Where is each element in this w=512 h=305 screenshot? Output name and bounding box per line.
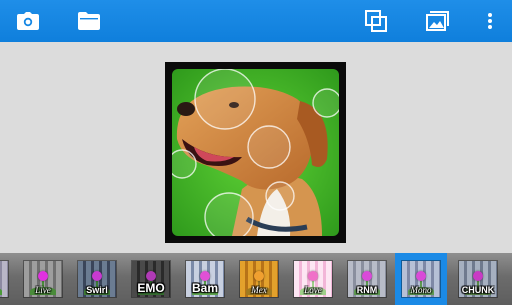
filter-label: Love xyxy=(304,285,322,295)
camera-icon[interactable] xyxy=(12,5,44,37)
filter-thumb-emo[interactable]: EMO xyxy=(132,261,170,297)
filter-label: EMO xyxy=(137,282,165,295)
filter-label: Bam xyxy=(191,282,218,295)
filter-label: Swirl xyxy=(86,285,108,295)
filter-thumb-mex[interactable]: Mex xyxy=(240,261,278,297)
filter-thumb-live[interactable]: Live xyxy=(24,261,62,297)
filter-thumb-chunk[interactable]: CHUNK xyxy=(459,261,497,297)
filter-thumb-love[interactable]: Love xyxy=(294,261,332,297)
crop-icon[interactable] xyxy=(360,5,392,37)
filter-label: Mex xyxy=(251,285,267,295)
top-toolbar xyxy=(0,0,512,42)
filter-thumb-bam[interactable]: Bam xyxy=(186,261,224,297)
filter-thumb-rnm[interactable]: RNM xyxy=(348,261,386,297)
filter-label: Live xyxy=(35,285,51,295)
dog-photo xyxy=(172,69,339,236)
gallery-icon[interactable] xyxy=(422,5,454,37)
filter-label: CHUNK xyxy=(461,285,495,295)
folder-icon[interactable] xyxy=(73,5,105,37)
filter-strip: Live Swirl EMO Bam Mex Love RNM Mono CHU… xyxy=(0,253,512,305)
filter-thumb[interactable] xyxy=(0,261,8,297)
filter-label: Mono xyxy=(410,285,432,295)
more-vert-icon[interactable] xyxy=(474,5,506,37)
photo-preview xyxy=(165,62,346,243)
filter-thumb-swirl[interactable]: Swirl xyxy=(78,261,116,297)
filter-label: RNM xyxy=(356,285,378,295)
filter-thumb-mono[interactable]: Mono xyxy=(402,261,440,297)
